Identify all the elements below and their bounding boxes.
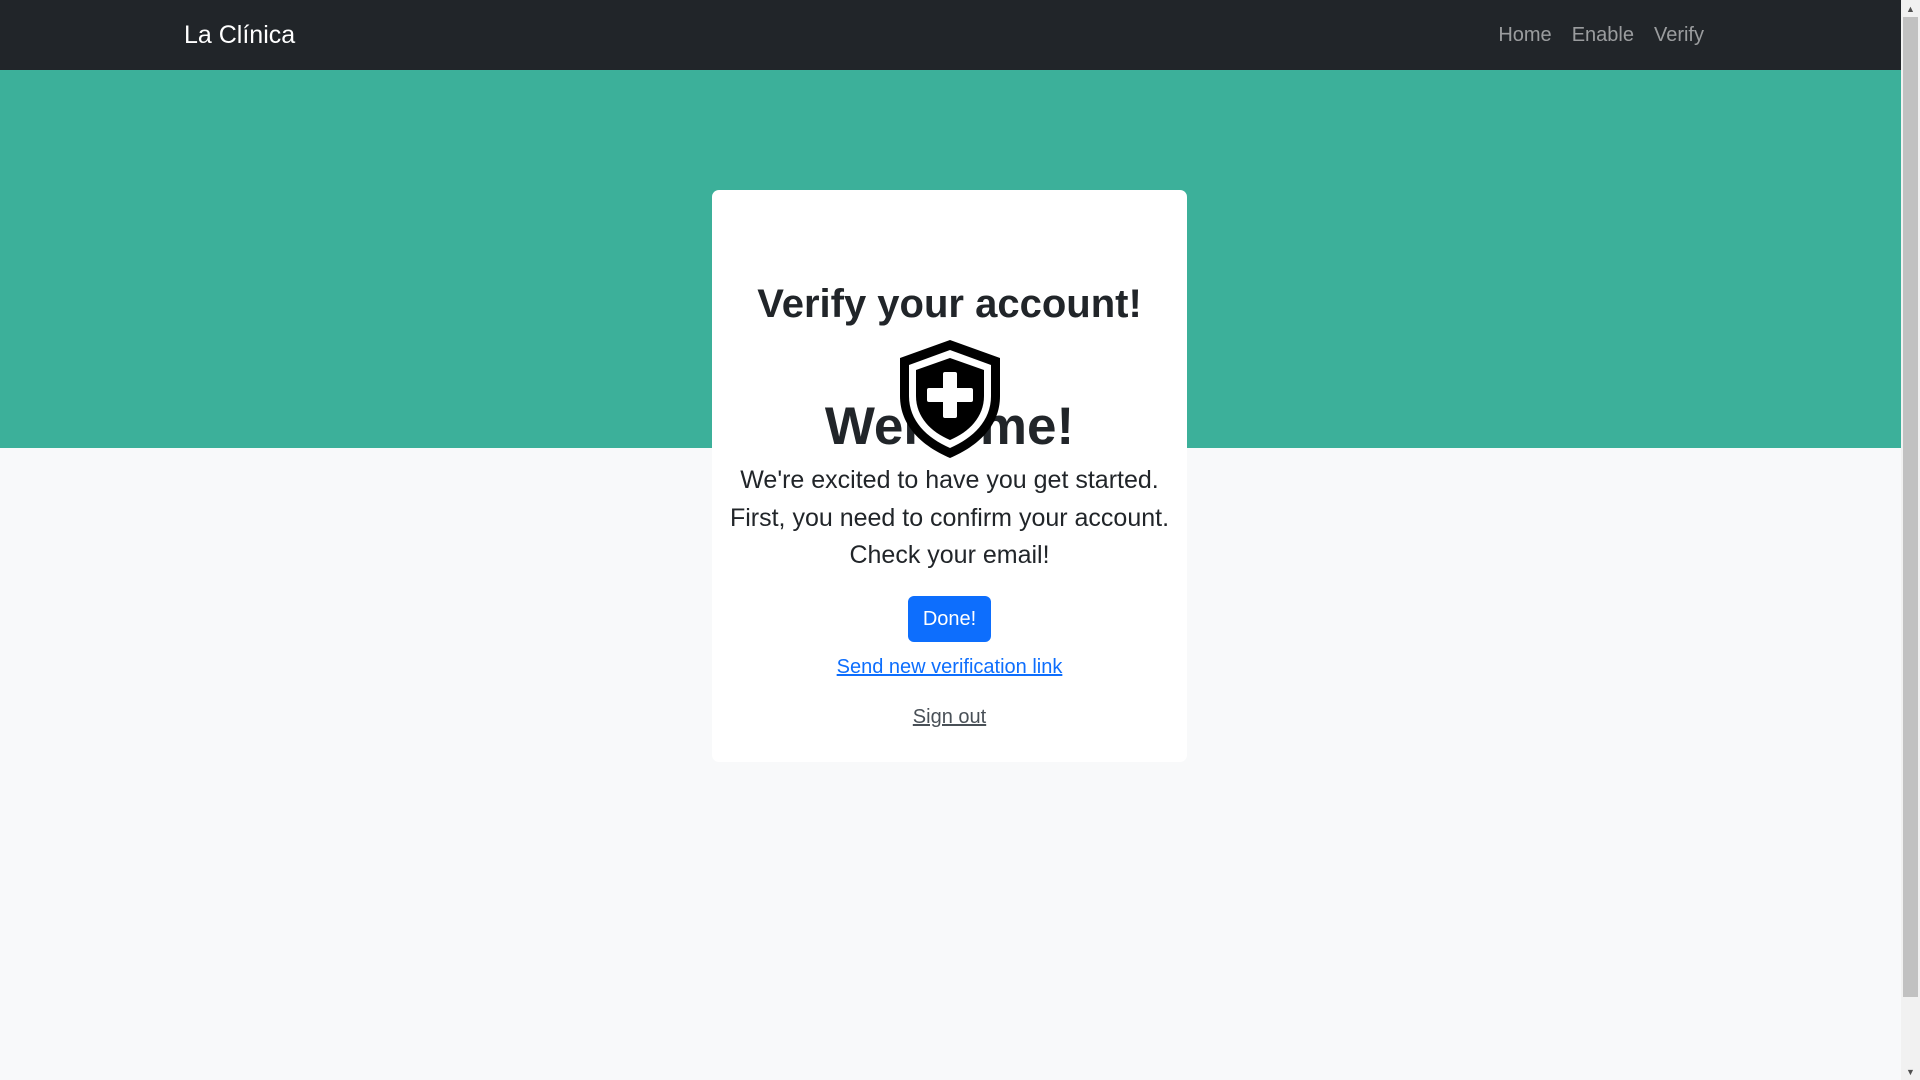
verify-heading: Verify your account! — [757, 282, 1142, 326]
message-line: Check your email! — [849, 541, 1050, 569]
sign-out-link[interactable]: Sign out — [712, 706, 1187, 729]
verification-message: We're excited to have you get started. F… — [712, 462, 1187, 575]
verify-card: Welcome! Verify your account! We're exci… — [712, 190, 1187, 762]
nav-link-home[interactable]: Home — [1498, 24, 1551, 47]
message-line: We're excited to have you get started. — [740, 466, 1159, 494]
navbar: La Clínica Home Enable Verify — [0, 0, 1901, 70]
send-verification-link[interactable]: Send new verification link — [712, 656, 1187, 679]
scroll-down-arrow-icon[interactable]: ▼ — [1901, 1063, 1920, 1080]
shield-medical-icon — [900, 340, 1000, 458]
page: La Clínica Home Enable Verify Welcome! V… — [0, 0, 1901, 1080]
nav-link-enable[interactable]: Enable — [1572, 24, 1634, 47]
vertical-scrollbar[interactable]: ▲ ▼ — [1901, 0, 1920, 1080]
brand-link[interactable]: La Clínica — [184, 0, 295, 70]
browser-viewport: La Clínica Home Enable Verify Welcome! V… — [0, 0, 1920, 1080]
nav-links: Home Enable Verify — [1498, 0, 1704, 70]
scrollbar-thumb[interactable] — [1903, 17, 1918, 997]
done-button[interactable]: Done! — [908, 596, 991, 642]
scroll-up-arrow-icon[interactable]: ▲ — [1901, 0, 1920, 17]
message-line: First, you need to confirm your account. — [729, 503, 1170, 532]
nav-link-verify[interactable]: Verify — [1654, 24, 1704, 47]
